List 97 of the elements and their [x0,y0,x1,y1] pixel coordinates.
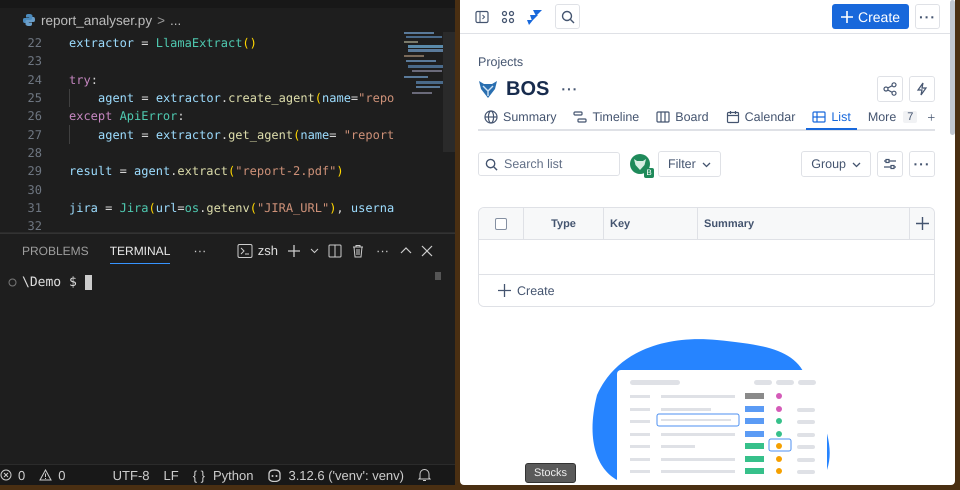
select-all-checkbox[interactable] [495,218,507,230]
breadcrumb-separator: > [157,12,165,28]
interpreter[interactable]: 3.12.6 ('venv': venv) [288,468,404,482]
warning-icon[interactable] [39,469,52,481]
error-icon[interactable] [0,469,12,481]
add-column-icon[interactable] [916,217,928,230]
search-field[interactable]: Search list [478,152,620,176]
column-header[interactable]: Type [524,208,604,239]
line-ending[interactable]: LF [164,468,179,482]
code-line: result = agent.extract("report-2.pdf") [69,164,344,178]
user-avatar[interactable]: B [628,152,652,176]
line-number: 31 [26,200,42,215]
terminal-cursor [84,275,92,290]
line-number: 32 [26,219,42,232]
list-icon [812,110,826,124]
terminal-icon[interactable] [236,242,253,258]
language-mode[interactable]: Python [212,468,254,482]
view-tab[interactable]: Calendar [720,106,802,130]
split-icon[interactable] [328,244,342,258]
bell-icon[interactable] [418,468,431,482]
view-settings-button[interactable] [877,151,903,177]
scrollbar[interactable] [435,272,441,280]
automation-button[interactable] [909,76,935,102]
line-number: 23 [26,54,42,68]
share-button[interactable] [877,76,903,102]
circle-icon [8,278,17,287]
plus-icon [498,284,511,297]
filter-button[interactable]: Filter [658,151,721,177]
calendar-icon [726,110,740,124]
code-line: agent = extractor.get_agent(name= "report [97,128,394,142]
close-icon[interactable] [421,244,433,256]
avatar-badge: B [644,168,654,178]
scrollbar[interactable] [950,0,955,135]
chevron-down-icon[interactable] [310,246,319,255]
line-number: 29 [26,164,42,178]
more-button[interactable]: ··· [191,243,208,258]
view-tab[interactable]: List [806,106,857,130]
shell-name[interactable]: zsh [258,243,278,258]
line-number: 26 [26,109,42,124]
breadcrumb-symbol[interactable]: ... [170,12,182,28]
scrollbar[interactable] [443,32,455,152]
view-tab[interactable]: Timeline [567,106,646,130]
more-button[interactable]: ··· [915,4,940,29]
code-line: try: [69,72,98,87]
line-number: 25 [26,91,42,106]
avatar-icon [630,154,650,174]
braces-icon[interactable]: { } [192,468,205,482]
warning-count[interactable]: 0 [58,468,66,482]
more-button[interactable]: ··· [374,243,391,258]
timeline-icon [573,110,588,124]
create-button[interactable]: Create [832,4,909,29]
error-count[interactable]: 0 [18,468,26,482]
column-header[interactable]: Summary [698,208,910,239]
encoding[interactable]: UTF-8 [112,468,150,482]
copilot-icon[interactable] [267,468,282,482]
sidebar-toggle-icon[interactable] [475,10,489,24]
line-number: 30 [26,182,42,197]
share-icon [883,82,897,96]
search-icon [560,10,574,24]
view-tab[interactable]: Summary [478,106,562,130]
breadcrumb[interactable]: Projects [478,55,935,69]
trash-icon[interactable] [351,244,365,258]
more-tab[interactable]: More 7 [862,106,924,130]
panel-tab[interactable]: TERMINAL [110,238,170,264]
board-icon [656,110,670,124]
plus-icon [840,10,853,22]
project-avatar-icon [478,79,498,99]
code-line: jira = Jira(url=os.getenv("JIRA_URL"), userna [69,200,394,215]
chevron-down-icon [852,160,861,168]
lightning-icon [915,82,929,96]
line-number: 24 [26,72,42,87]
line-number: 28 [26,146,42,160]
column-header[interactable]: Key [604,208,698,239]
line-number: 27 [26,128,42,142]
tooltip: Stocks [525,463,576,483]
search-button[interactable] [555,4,580,29]
search-icon [485,158,498,171]
code-line: extractor = LlamaExtract() [69,36,257,50]
logo-icon[interactable] [527,8,543,24]
more-button[interactable]: ··· [555,81,584,97]
line-number: 22 [26,36,42,50]
globe-icon [484,110,498,124]
chevron-down-icon [702,160,711,168]
add-icon[interactable] [287,244,301,258]
project-title: BOS [506,78,550,100]
count-badge: 7 [903,111,918,123]
group-button[interactable]: Group [801,151,871,177]
code-line: except ApiError: [69,109,185,124]
app-switcher-icon[interactable] [501,10,515,24]
more-button[interactable]: ··· [909,151,935,177]
code-line: agent = extractor.create_agent(name="repo [97,91,394,106]
panel-tab[interactable]: PROBLEMS [22,238,89,264]
terminal-prompt: \Demo $ [22,275,77,290]
breadcrumb-file[interactable]: report_analyser.py [41,12,152,28]
sliders-icon [883,157,897,171]
view-tab[interactable]: Board [650,106,715,130]
python-file-icon [22,13,36,27]
